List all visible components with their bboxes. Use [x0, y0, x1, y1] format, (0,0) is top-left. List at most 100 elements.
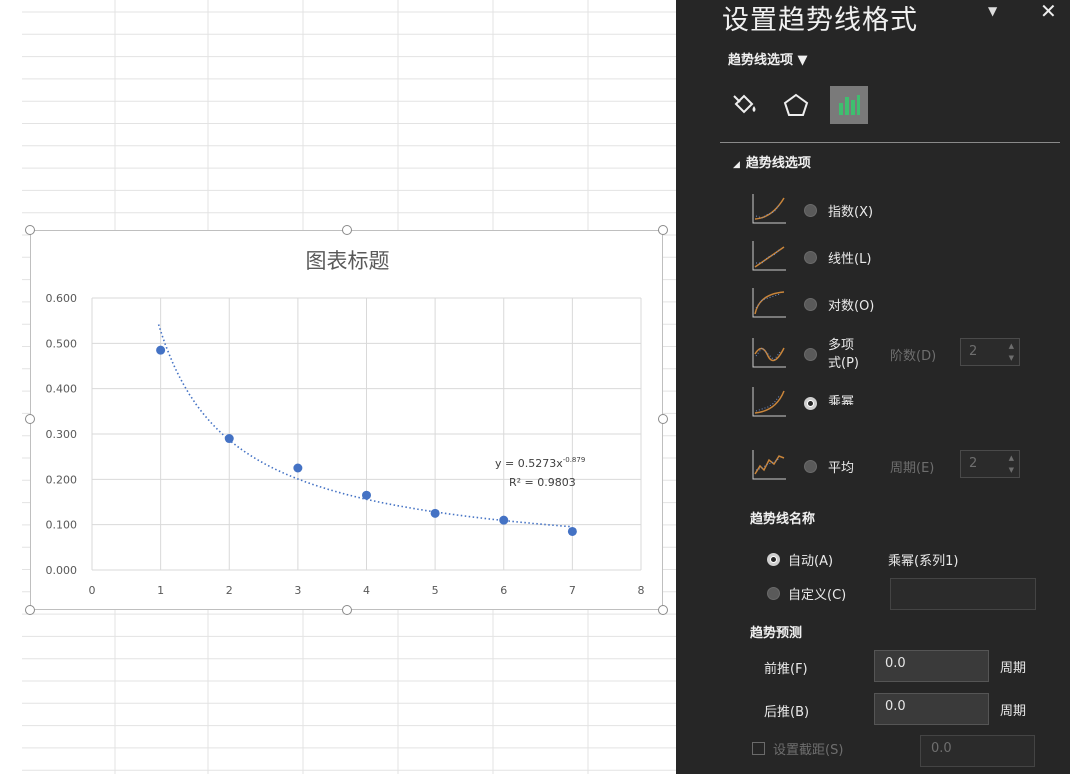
resize-handle-left[interactable]	[25, 414, 35, 424]
close-icon[interactable]: ✕	[1040, 0, 1057, 23]
exponential-trend-icon	[752, 194, 786, 224]
resize-handle-bottom-right[interactable]	[658, 605, 668, 615]
y-tick-label: 0.400	[46, 383, 78, 396]
dropdown-icon[interactable]: ▼	[988, 4, 997, 18]
data-point[interactable]	[362, 490, 371, 500]
period-value: 2	[969, 456, 978, 471]
x-tick-label: 5	[432, 584, 439, 597]
y-tick-label: 0.600	[46, 292, 78, 305]
forward-unit: 周期	[1000, 661, 1027, 676]
stepper-up-icon[interactable]: ▲	[1009, 342, 1014, 350]
backward-label: 后推(B)	[764, 705, 810, 720]
resize-handle-top[interactable]	[342, 225, 352, 235]
x-tick-label: 4	[363, 584, 370, 597]
polynomial-label-line1[interactable]: 多项	[828, 334, 854, 353]
resize-handle-top-right[interactable]	[658, 225, 668, 235]
collapse-triangle-icon: ◢	[733, 160, 740, 170]
x-tick-label: 6	[500, 584, 507, 597]
trendline-equation[interactable]: y = 0.5273x-0.879	[495, 456, 585, 470]
moving-average-radio[interactable]	[804, 460, 817, 473]
y-tick-label: 0.000	[46, 564, 78, 577]
forward-input[interactable]: 0.0	[874, 650, 989, 682]
tab-divider	[720, 142, 1060, 143]
logarithmic-label[interactable]: 对数(O)	[828, 295, 874, 314]
automatic-name-value: 乘幂(系列1)	[888, 554, 959, 569]
exponential-label[interactable]: 指数(X)	[828, 201, 873, 220]
x-axis-tick-labels: 0 1 2 3 4 5 6 7 8	[89, 584, 645, 597]
data-point[interactable]	[156, 345, 166, 355]
data-point[interactable]	[293, 463, 303, 473]
x-tick-label: 8	[638, 584, 645, 597]
data-point[interactable]	[567, 526, 577, 536]
resize-handle-right[interactable]	[658, 414, 668, 424]
trend-type-power[interactable]: 乘幂	[750, 383, 1050, 419]
y-tick-label: 0.500	[46, 337, 78, 350]
backward-input[interactable]: 0.0	[874, 693, 989, 725]
logarithmic-trend-icon	[752, 288, 786, 318]
stepper-down-icon[interactable]: ▼	[1009, 466, 1014, 474]
linear-label[interactable]: 线性(L)	[828, 248, 871, 267]
trend-type-logarithmic[interactable]: 对数(O)	[750, 284, 1050, 324]
power-trend-icon	[752, 387, 786, 417]
moving-average-trend-icon	[752, 450, 786, 480]
chart-object[interactable]: 图表标题 012345678 0.000 0.100 0.200 0.300 0.400…	[30, 230, 663, 610]
backward-unit: 周期	[1000, 704, 1027, 719]
data-point[interactable]	[224, 434, 234, 444]
trend-type-moving-average[interactable]: 平均 周期(E) 2 ▲ ▼	[750, 442, 1050, 486]
fill-line-icon[interactable]	[726, 86, 764, 124]
x-tick-label: 1	[157, 584, 164, 597]
trendline-options-icon[interactable]	[830, 86, 868, 124]
trend-type-polynomial[interactable]: 多项 式(P) 阶数(D) 2 ▲ ▼	[750, 334, 1050, 374]
power-label[interactable]: 乘幂	[828, 391, 854, 405]
logarithmic-radio[interactable]	[804, 298, 817, 311]
forecast-header: 趋势预测	[750, 626, 803, 641]
polynomial-label-line2[interactable]: 式(P)	[828, 352, 859, 371]
x-tick-label: 0	[89, 584, 96, 597]
trend-type-linear[interactable]: 线性(L)	[750, 237, 1050, 277]
trendline-name-header: 趋势线名称	[750, 512, 816, 527]
resize-handle-bottom[interactable]	[342, 605, 352, 615]
polynomial-trend-icon	[752, 338, 786, 368]
polynomial-radio[interactable]	[804, 348, 817, 361]
plot-gridlines	[91, 297, 642, 571]
y-tick-label: 0.300	[46, 428, 78, 441]
power-radio[interactable]	[804, 397, 817, 410]
y-tick-label: 0.200	[46, 473, 78, 486]
order-value: 2	[969, 344, 978, 359]
trendline-options-menu[interactable]: 趋势线选项 ▼	[728, 49, 808, 68]
order-stepper[interactable]: 2 ▲ ▼	[960, 338, 1020, 366]
resize-handle-top-left[interactable]	[25, 225, 35, 235]
format-trendline-pane: 设置趋势线格式 ▼ ✕ 趋势线选项 ▼ ◢ 趋势线选项 指数(X) 线性(L) 对…	[676, 0, 1070, 774]
pane-title: 设置趋势线格式	[722, 5, 918, 36]
x-tick-label: 3	[294, 584, 301, 597]
plot-area[interactable]: 0 1 2 3 4 5 6 7 8 0.000 0.100 0.200 0.300 0.400 0.500…	[31, 231, 664, 611]
data-point[interactable]	[499, 515, 509, 525]
section-header-label: 趋势线选项	[745, 156, 811, 171]
resize-handle-bottom-left[interactable]	[25, 605, 35, 615]
y-tick-label: 0.100	[46, 519, 78, 532]
effects-pentagon-icon[interactable]	[777, 86, 815, 124]
x-tick-label: 2	[226, 584, 233, 597]
set-intercept-label[interactable]: 设置截距(S)	[773, 739, 843, 758]
stepper-up-icon[interactable]: ▲	[1009, 454, 1014, 462]
moving-average-label[interactable]: 平均	[828, 457, 854, 476]
set-intercept-checkbox[interactable]	[752, 742, 765, 755]
period-stepper[interactable]: 2 ▲ ▼	[960, 450, 1020, 478]
automatic-name-radio[interactable]	[767, 553, 780, 566]
linear-trend-icon	[752, 241, 786, 271]
forward-label: 前推(F)	[764, 662, 808, 677]
y-axis-tick-labels: 0.000 0.100 0.200 0.300 0.400 0.500 0.600	[46, 292, 78, 577]
intercept-input[interactable]: 0.0	[920, 735, 1035, 767]
linear-radio[interactable]	[804, 251, 817, 264]
custom-name-radio[interactable]	[767, 587, 780, 600]
trendline-r-squared[interactable]: R² = 0.9803	[509, 476, 576, 489]
data-point[interactable]	[430, 508, 440, 518]
automatic-name-label[interactable]: 自动(A)	[788, 550, 833, 569]
custom-name-input[interactable]	[890, 578, 1036, 610]
stepper-down-icon[interactable]: ▼	[1009, 354, 1014, 362]
exponential-radio[interactable]	[804, 204, 817, 217]
x-tick-label: 7	[569, 584, 576, 597]
trendline-options-section-header[interactable]: ◢ 趋势线选项	[733, 152, 811, 171]
custom-name-label[interactable]: 自定义(C)	[788, 584, 846, 603]
trend-type-exponential[interactable]: 指数(X)	[750, 190, 1050, 230]
